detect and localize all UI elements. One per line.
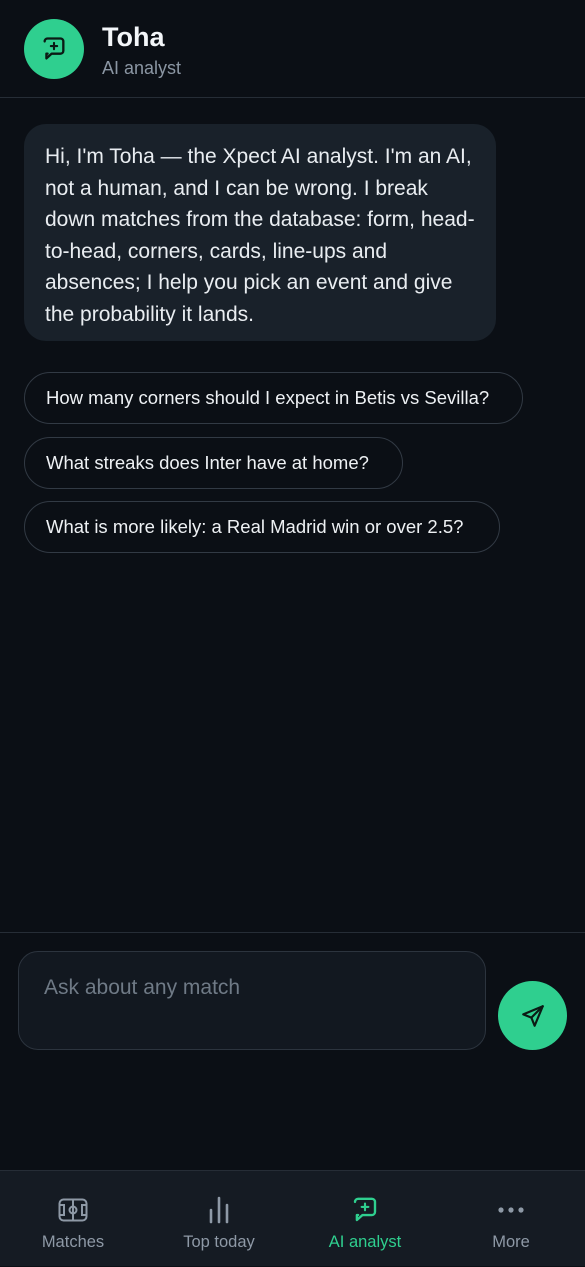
more-icon (498, 1207, 524, 1213)
suggestion-chip[interactable]: What streaks does Inter have at home? (24, 437, 403, 489)
nav-item-top-today[interactable]: Top today (146, 1171, 292, 1267)
nav-label-matches: Matches (41, 1233, 105, 1251)
message-input-placeholder: Ask about any match (44, 976, 241, 999)
chat-header: Toha AI analyst (0, 0, 585, 98)
assistant-message: Hi, I'm Toha — the Xpect AI analyst. I'm… (24, 124, 496, 341)
composer-divider (0, 932, 585, 933)
ai-chat-icon (43, 37, 65, 60)
send-icon (521, 1004, 544, 1027)
suggestion-chip[interactable]: What is more likely: a Real Madrid win o… (24, 501, 500, 553)
bars-icon (209, 1196, 229, 1224)
nav-item-more[interactable]: More (438, 1171, 584, 1267)
send-button[interactable] (498, 981, 567, 1050)
nav-item-matches[interactable]: Matches (0, 1171, 146, 1267)
pitch-icon (58, 1198, 88, 1222)
message-input[interactable]: Ask about any match (18, 951, 486, 1050)
nav-label-ai-analyst: AI analyst (328, 1233, 402, 1251)
suggestion-chip[interactable]: How many corners should I expect in Beti… (24, 372, 523, 424)
assistant-name: Toha (102, 22, 165, 52)
ai-chat-icon (353, 1197, 377, 1222)
nav-label-more: More (492, 1233, 530, 1251)
bottom-navigation: Matches Top today AI analyst More (0, 1170, 585, 1266)
nav-item-ai-analyst[interactable]: AI analyst (292, 1171, 438, 1267)
assistant-avatar (24, 19, 84, 79)
nav-label-top-today: Top today (183, 1233, 255, 1251)
assistant-role: AI analyst (102, 58, 182, 78)
